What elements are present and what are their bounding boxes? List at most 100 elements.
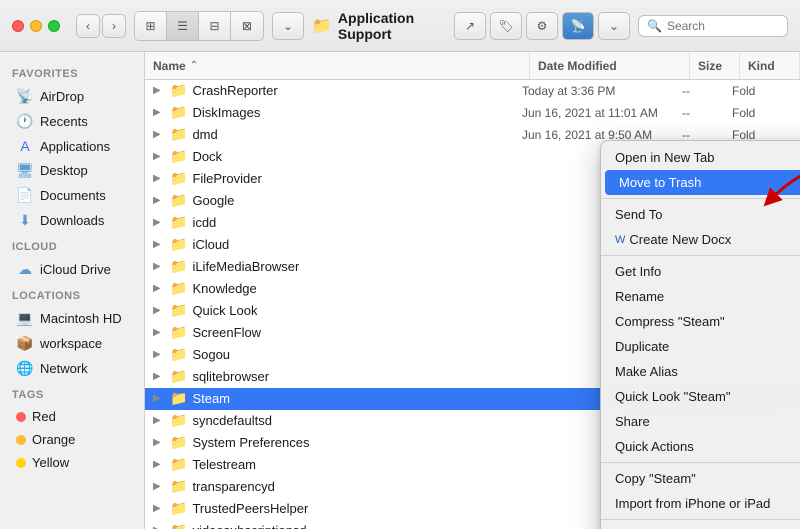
sidebar-item-label: Yellow — [32, 455, 69, 470]
ctx-copy[interactable]: Copy "Steam" — [601, 466, 800, 491]
sidebar-item-downloads[interactable]: ⬇ Downloads — [4, 208, 140, 233]
ctx-quick-actions[interactable]: Quick Actions ▶ — [601, 434, 800, 459]
ctx-compress[interactable]: Compress "Steam" — [601, 309, 800, 334]
network-icon: 🌐 — [16, 360, 34, 377]
toolbar-actions: ↗ 🏷 ⚙ 📡 ⌄ — [454, 12, 630, 40]
nav-buttons: ‹ › — [76, 14, 126, 38]
sidebar-item-yellow[interactable]: Yellow — [4, 451, 140, 474]
close-button[interactable] — [12, 20, 24, 32]
file-row-name: ▶ 📁 TrustedPeersHelper — [153, 500, 522, 517]
share-toolbar-button[interactable]: ↗ — [454, 12, 486, 40]
disclosure-triangle: ▶ — [153, 437, 165, 448]
sidebar-item-desktop[interactable]: 🖥 Desktop — [4, 158, 140, 183]
search-input[interactable] — [667, 19, 779, 33]
file-date: Jun 16, 2021 at 11:01 AM — [522, 106, 682, 120]
file-size: -- — [682, 84, 732, 98]
file-name: Telestream — [192, 457, 256, 472]
file-date: Today at 3:36 PM — [522, 84, 682, 98]
file-row-name: ▶ 📁 Dock — [153, 148, 522, 165]
file-row-name: ▶ 📁 Steam — [153, 390, 522, 407]
desktop-icon: 🖥 — [16, 162, 34, 179]
yellow-tag-dot — [16, 458, 26, 468]
tag-button[interactable]: 🏷 — [490, 12, 522, 40]
sidebar-item-airdrop[interactable]: 📡 AirDrop — [4, 84, 140, 109]
disclosure-triangle: ▶ — [153, 151, 165, 162]
sidebar-item-label: Documents — [40, 188, 106, 203]
file-name: Sogou — [192, 347, 230, 362]
disclosure-triangle: ▶ — [153, 217, 165, 228]
folder-icon: 📁 — [170, 258, 187, 275]
action-button[interactable]: ⚙ — [526, 12, 558, 40]
date-column-header[interactable]: Date Modified — [530, 52, 690, 79]
folder-icon: 📁 — [170, 500, 187, 517]
table-row[interactable]: ▶ 📁 CrashReporter Today at 3:36 PM -- Fo… — [145, 80, 800, 102]
ctx-duplicate[interactable]: Duplicate — [601, 334, 800, 359]
folder-icon: 📁 — [170, 280, 187, 297]
disclosure-triangle: ▶ — [153, 415, 165, 426]
back-button[interactable]: ‹ — [76, 14, 100, 38]
forward-button[interactable]: › — [102, 14, 126, 38]
size-column-header[interactable]: Size — [690, 52, 740, 79]
list-view-button[interactable]: ☰ — [167, 12, 199, 40]
file-row-name: ▶ 📁 CrashReporter — [153, 82, 522, 99]
name-column-header[interactable]: Name ⌃ — [145, 52, 530, 79]
tags-label: Tags — [0, 381, 144, 405]
sidebar-item-red[interactable]: Red — [4, 405, 140, 428]
sidebar-item-recents[interactable]: 🕐 Recents — [4, 109, 140, 134]
file-name: sqlitebrowser — [192, 369, 269, 384]
file-row-name: ▶ 📁 icdd — [153, 214, 522, 231]
file-row-name: ▶ 📁 syncdefaultsd — [153, 412, 522, 429]
icon-view-button[interactable]: ⊞ — [135, 12, 167, 40]
sidebar-item-icloud-drive[interactable]: ☁ iCloud Drive — [4, 257, 140, 282]
table-row[interactable]: ▶ 📁 DiskImages Jun 16, 2021 at 11:01 AM … — [145, 102, 800, 124]
airdrop-toolbar-button[interactable]: 📡 — [562, 12, 594, 40]
view-options-button[interactable]: ⌄ — [272, 12, 304, 40]
sidebar-item-documents[interactable]: 📄 Documents — [4, 183, 140, 208]
ctx-rename[interactable]: Rename — [601, 284, 800, 309]
sidebar-item-applications[interactable]: A Applications — [4, 134, 140, 158]
ctx-send-to[interactable]: Send To ▶ — [601, 202, 800, 227]
file-name: Steam — [192, 391, 230, 406]
file-name: dmd — [192, 127, 217, 142]
file-name: Quick Look — [192, 303, 257, 318]
sidebar-item-label: Network — [40, 361, 88, 376]
file-row-name: ▶ 📁 sqlitebrowser — [153, 368, 522, 385]
folder-icon: 📁 — [170, 302, 187, 319]
ctx-get-info[interactable]: Get Info — [601, 259, 800, 284]
disclosure-triangle: ▶ — [153, 525, 165, 529]
sidebar-item-orange[interactable]: Orange — [4, 428, 140, 451]
folder-icon: 📁 — [170, 214, 187, 231]
kind-column-header[interactable]: Kind — [740, 52, 800, 79]
ctx-quick-look[interactable]: Quick Look "Steam" — [601, 384, 800, 409]
folder-icon: 📁 — [170, 346, 187, 363]
sidebar-item-network[interactable]: 🌐 Network — [4, 356, 140, 381]
sidebar-item-macintosh-hd[interactable]: 💻 Macintosh HD — [4, 306, 140, 331]
ctx-use-groups[interactable]: Use Groups — [601, 523, 800, 529]
ctx-move-to-trash[interactable]: Move to Trash — [605, 170, 800, 195]
sidebar-item-workspace[interactable]: 📦 workspace — [4, 331, 140, 356]
sidebar-item-label: iCloud Drive — [40, 262, 111, 277]
sidebar-item-label: Red — [32, 409, 56, 424]
ctx-make-alias[interactable]: Make Alias — [601, 359, 800, 384]
ctx-share[interactable]: Share ▶ — [601, 409, 800, 434]
file-row-name: ▶ 📁 ScreenFlow — [153, 324, 522, 341]
view-toggle-button[interactable]: ⌄ — [598, 12, 630, 40]
disclosure-triangle: ▶ — [153, 239, 165, 250]
airdrop-icon: 📡 — [16, 88, 34, 105]
sidebar-item-label: workspace — [40, 336, 102, 351]
minimize-button[interactable] — [30, 20, 42, 32]
hd-icon: 💻 — [16, 310, 34, 327]
fullscreen-button[interactable] — [48, 20, 60, 32]
ctx-create-new-docx[interactable]: W Create New Docx — [601, 227, 800, 252]
downloads-icon: ⬇ — [16, 212, 34, 229]
applications-icon: A — [16, 138, 34, 154]
file-size: -- — [682, 106, 732, 120]
sidebar-item-label: Orange — [32, 432, 75, 447]
column-view-button[interactable]: ⊟ — [199, 12, 231, 40]
gallery-view-button[interactable]: ⊠ — [231, 12, 263, 40]
file-row-name: ▶ 📁 System Preferences — [153, 434, 522, 451]
ctx-open-new-tab[interactable]: Open in New Tab — [601, 145, 800, 170]
ctx-import-iphone[interactable]: Import from iPhone or iPad ▶ — [601, 491, 800, 516]
search-box[interactable]: 🔍 — [638, 15, 788, 37]
file-name: DiskImages — [192, 105, 260, 120]
